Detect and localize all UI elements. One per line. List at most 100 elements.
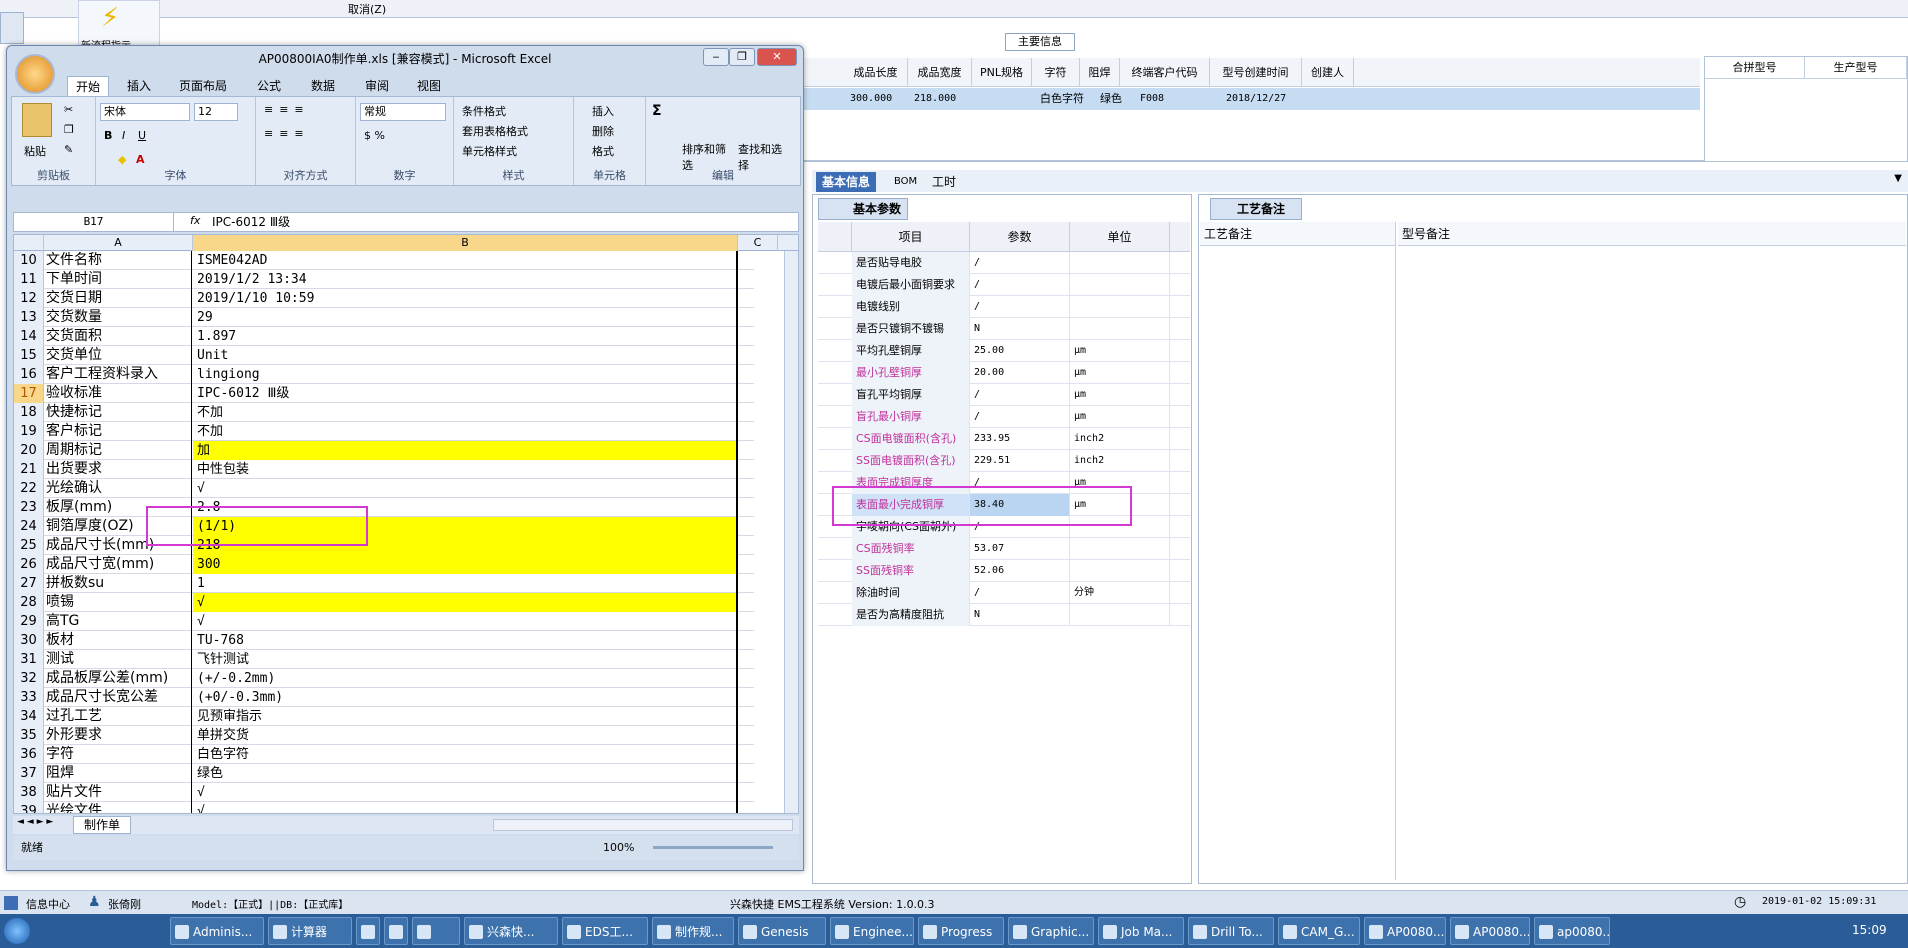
horizontal-scrollbar[interactable]	[493, 819, 793, 831]
cell-a[interactable]: 成品板厚公差(mm)	[44, 669, 192, 688]
cell-b[interactable]: √	[193, 593, 738, 612]
row-number[interactable]: 26	[14, 555, 44, 574]
cell-a[interactable]: 贴片文件	[44, 783, 192, 802]
param-row[interactable]: 盲孔最小铜厚 / μm	[818, 406, 1190, 428]
param-value[interactable]: /	[970, 582, 1070, 604]
row-number[interactable]: 30	[14, 631, 44, 650]
cell-a[interactable]: 喷锡	[44, 593, 192, 612]
row-number[interactable]: 22	[14, 479, 44, 498]
col-item[interactable]: 项目	[852, 222, 970, 252]
param-row[interactable]: 电镀后最小面铜要求 /	[818, 274, 1190, 296]
row-number[interactable]: 21	[14, 460, 44, 479]
cell-a[interactable]: 板材	[44, 631, 192, 650]
paste-label[interactable]: 粘贴	[24, 143, 46, 159]
tab-hours[interactable]: 工时	[926, 172, 962, 192]
param-row[interactable]: 平均孔壁铜厚 25.00 μm	[818, 340, 1190, 362]
delete-cells-button[interactable]: 删除	[592, 123, 614, 139]
col-creator[interactable]: 创建人	[1302, 58, 1354, 87]
col-header-b[interactable]: B	[193, 235, 738, 251]
process-notes-column[interactable]: 工艺备注	[1200, 222, 1396, 880]
cell-b[interactable]: 300	[193, 555, 738, 574]
row-number[interactable]: 37	[14, 764, 44, 783]
insert-cells-button[interactable]: 插入	[592, 103, 614, 119]
cell-a[interactable]: 光绘文件	[44, 802, 192, 813]
row-number[interactable]: 15	[14, 346, 44, 365]
cell-a[interactable]: 出货要求	[44, 460, 192, 479]
cell-a[interactable]: 高TG	[44, 612, 192, 631]
param-row[interactable]: 是否为高精度阻抗 N	[818, 604, 1190, 626]
taskbar-button[interactable]: Drill To...	[1188, 917, 1274, 945]
sheet-row[interactable]: 39 光绘文件 √	[14, 802, 754, 813]
sheet-row[interactable]: 10 文件名称 ISME042AD	[14, 251, 754, 270]
cell-b[interactable]: (+0/-0.3mm)	[193, 688, 738, 707]
sheet-row[interactable]: 34 过孔工艺 见预审指示	[14, 707, 754, 726]
cell-b[interactable]: 不加	[193, 422, 738, 441]
cell-b[interactable]: 不加	[193, 403, 738, 422]
sheet-row[interactable]: 20 周期标记加	[14, 441, 754, 460]
sheet-row[interactable]: 19 客户标记 不加	[14, 422, 754, 441]
sheet-row[interactable]: 16 客户工程资料录入 lingiong	[14, 365, 754, 384]
cell-a[interactable]: 交货面积	[44, 327, 192, 346]
col-created[interactable]: 型号创建时间	[1210, 58, 1302, 87]
row-number[interactable]: 32	[14, 669, 44, 688]
param-row[interactable]: 电镀线别 /	[818, 296, 1190, 318]
param-value[interactable]: 233.95	[970, 428, 1070, 450]
param-row[interactable]: 是否贴导电胶 /	[818, 252, 1190, 274]
param-row[interactable]: SS面电镀面积(含孔) 229.51 inch2	[818, 450, 1190, 472]
taskbar-button[interactable]	[384, 917, 408, 945]
font-color-icon[interactable]: A	[136, 153, 145, 166]
taskbar-button[interactable]: Genesis	[738, 917, 826, 945]
row-number[interactable]: 35	[14, 726, 44, 745]
param-value[interactable]: /	[970, 384, 1070, 406]
align-left-icons[interactable]: ≡≡≡	[264, 127, 310, 140]
sheet-row[interactable]: 22 光绘确认 √	[14, 479, 754, 498]
sheet-row[interactable]: 28 喷锡 √	[14, 593, 754, 612]
col-width[interactable]: 成品宽度	[908, 58, 972, 87]
sheet-row[interactable]: 35 外形要求 单拼交货	[14, 726, 754, 745]
cut-icon[interactable]: ✂	[64, 103, 73, 116]
cell-a[interactable]: 过孔工艺	[44, 707, 192, 726]
col-cust[interactable]: 终端客户代码	[1120, 58, 1210, 87]
cell-b[interactable]: 29	[193, 308, 738, 327]
tab-formulas[interactable]: 公式	[249, 76, 289, 96]
row-number[interactable]: 33	[14, 688, 44, 707]
vertical-scrollbar[interactable]	[784, 251, 798, 813]
col-header-c[interactable]: C	[738, 235, 778, 251]
col-char[interactable]: 字符	[1032, 58, 1080, 87]
sheet-row[interactable]: 17 验收标准 IPC-6012 Ⅲ级	[14, 384, 754, 403]
taskbar-button[interactable]: EDS工...	[562, 917, 648, 945]
param-value[interactable]: N	[970, 604, 1070, 626]
cell-b[interactable]: (+/-0.2mm)	[193, 669, 738, 688]
sheet-row[interactable]: 38 贴片文件 √	[14, 783, 754, 802]
taskbar-button[interactable]: Adminis...	[170, 917, 264, 945]
copy-icon[interactable]: ❐	[64, 123, 74, 136]
italic-icon[interactable]: I	[122, 129, 125, 142]
row-number[interactable]: 28	[14, 593, 44, 612]
function-icon[interactable]: fx	[190, 214, 200, 227]
cell-a[interactable]: 下单时间	[44, 270, 192, 289]
new-flow-tool-button[interactable]: ⚡ 新流程指示	[78, 0, 160, 52]
cell-b[interactable]: 白色字符	[193, 745, 738, 764]
app-icon[interactable]	[0, 12, 24, 44]
tab-insert[interactable]: 插入	[119, 76, 159, 96]
formula-input[interactable]: IPC-6012 Ⅲ级	[212, 213, 290, 231]
font-name-select[interactable]: 宋体	[100, 103, 190, 121]
param-row[interactable]: CS面电镀面积(含孔) 233.95 inch2	[818, 428, 1190, 450]
sheet-row[interactable]: 18 快捷标记 不加	[14, 403, 754, 422]
sheet-row[interactable]: 24 铜箔厚度(OZ) (1/1)	[14, 517, 754, 536]
row-number[interactable]: 12	[14, 289, 44, 308]
row-number[interactable]: 10	[14, 251, 44, 270]
sheet-nav-icons[interactable]: ◄ ◄ ► ►	[17, 817, 53, 827]
col-length[interactable]: 成品长度	[844, 58, 908, 87]
row-number[interactable]: 11	[14, 270, 44, 289]
col-pnl[interactable]: PNL规格	[972, 58, 1032, 87]
tab-home[interactable]: 开始	[67, 76, 110, 96]
tab-basic-info[interactable]: 基本信息	[816, 172, 877, 192]
cell-a[interactable]: 成品尺寸长宽公差	[44, 688, 192, 707]
sheet-row[interactable]: 13 交货数量 29	[14, 308, 754, 327]
main-grid-row[interactable]: 300.000 218.000 白色字符 绿色 F008 2018/12/27	[800, 88, 1700, 110]
param-value[interactable]: 20.00	[970, 362, 1070, 384]
taskbar-button[interactable]: Graphic...	[1008, 917, 1094, 945]
sheet-row[interactable]: 14 交货面积 1.897	[14, 327, 754, 346]
taskbar-button[interactable]	[356, 917, 380, 945]
